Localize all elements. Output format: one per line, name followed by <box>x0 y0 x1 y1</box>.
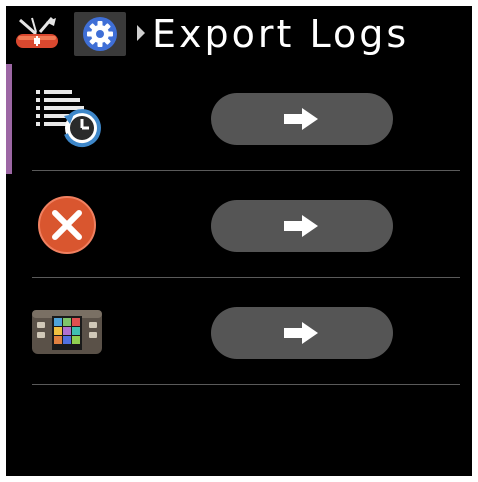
list-item-cancel[interactable] <box>6 171 472 277</box>
divider <box>32 384 460 385</box>
arrow-right-icon <box>284 108 318 130</box>
title-bar: Export Logs <box>6 6 472 62</box>
chevron-right-icon <box>137 25 145 41</box>
go-button[interactable] <box>211 200 393 252</box>
go-button[interactable] <box>211 93 393 145</box>
arrow-right-icon <box>284 322 318 344</box>
log-history-icon <box>36 90 101 148</box>
go-button[interactable] <box>211 307 393 359</box>
arrow-right-icon <box>284 215 318 237</box>
page-title: Export Logs <box>152 12 410 56</box>
gear-icon <box>83 17 117 51</box>
list-item-history-logs[interactable] <box>6 64 472 170</box>
settings-button[interactable] <box>74 12 126 56</box>
list-item-device[interactable] <box>6 278 472 384</box>
device-screen: Export Logs <box>6 6 472 476</box>
multitool-icon[interactable] <box>12 12 64 56</box>
cancel-icon <box>38 196 96 254</box>
device-screen-icon <box>32 310 102 354</box>
